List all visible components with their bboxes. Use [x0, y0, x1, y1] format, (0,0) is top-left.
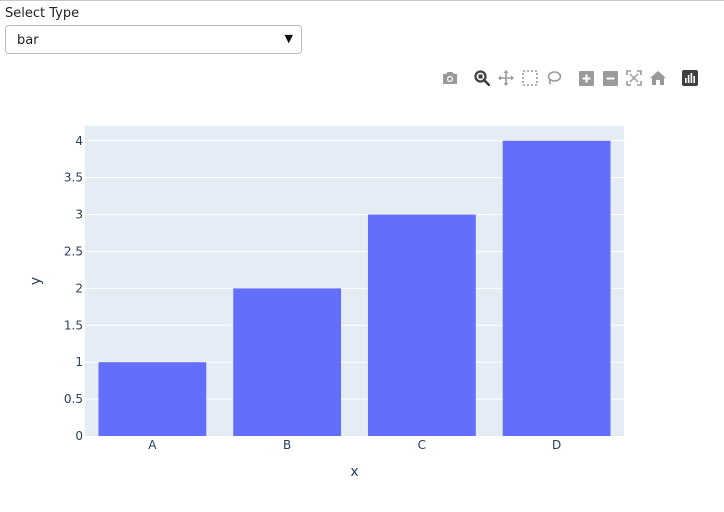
y-tick-labels: 0 0.5 1 1.5 2 2.5 3 3.5 4 [64, 134, 83, 443]
x-tick-labels: A B C D [148, 438, 561, 452]
y-tick-label: 1.5 [64, 318, 83, 332]
y-tick-label: 0.5 [64, 392, 83, 406]
y-tick-label: 1 [75, 355, 83, 369]
x-tick-label: C [418, 438, 426, 452]
bar-chart: 0 0.5 1 1.5 2 2.5 3 3.5 4 A B C D x y [28, 126, 624, 480]
y-tick-label: 2.5 [64, 244, 83, 258]
x-tick-label: B [283, 438, 291, 452]
bar-d[interactable] [502, 140, 611, 436]
bar-a[interactable] [98, 362, 207, 436]
x-axis-title: x [350, 464, 358, 480]
bar-b[interactable] [233, 288, 342, 436]
x-tick-label: D [552, 438, 561, 452]
bar-c[interactable] [367, 214, 476, 436]
y-tick-label: 4 [75, 134, 83, 148]
y-tick-label: 3.5 [64, 171, 83, 185]
y-tick-label: 3 [75, 208, 83, 222]
y-tick-label: 0 [75, 429, 83, 443]
y-axis-title: y [28, 277, 44, 285]
y-tick-label: 2 [75, 281, 83, 295]
x-tick-label: A [148, 438, 157, 452]
